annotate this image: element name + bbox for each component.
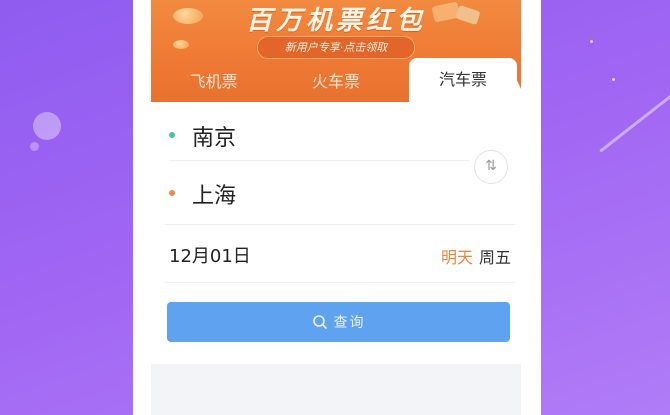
date-relative-label: 明天: [440, 248, 473, 267]
banner-subtitle-button[interactable]: 新用户专享·点击领取: [257, 36, 415, 59]
tab-bus[interactable]: 汽车票: [409, 58, 517, 102]
departure-city: 南京: [192, 126, 237, 151]
background-sparkle: [590, 40, 593, 43]
arrival-dot: [169, 190, 175, 196]
background-light-streak: [599, 76, 670, 153]
search-button[interactable]: 查询: [167, 302, 510, 342]
departure-dot: [169, 132, 175, 138]
banner-title: 百万机票红包: [245, 6, 426, 36]
search-card: 南京 ⇅ 上海 12月01日 明天 周五 查询: [151, 102, 521, 415]
arrival-city: 上海: [192, 184, 237, 209]
departure-date-field[interactable]: 12月01日 明天 周五: [169, 232, 511, 276]
tab-flight[interactable]: 飞机票: [151, 60, 276, 102]
background-sparkle: [612, 78, 615, 81]
departure-city-field[interactable]: 南京: [169, 110, 469, 161]
date-value: 12月01日: [169, 246, 251, 267]
search-button-label: 查询: [333, 315, 366, 331]
divider: [165, 224, 515, 225]
divider: [165, 282, 515, 283]
background-bubble-small: [30, 142, 39, 151]
date-weekday: 周五: [478, 248, 511, 267]
swap-vertical-icon[interactable]: ⇅: [474, 150, 508, 184]
arrival-city-field[interactable]: 上海: [169, 168, 469, 218]
search-icon: [312, 315, 327, 329]
coin-icon: [173, 40, 189, 49]
tab-train[interactable]: 火车票: [276, 60, 396, 102]
background-bubble: [33, 112, 61, 140]
ticket-type-tabs: 飞机票 火车票 汽车票: [151, 58, 521, 102]
phone-screen: 百万机票红包 新用户专享·点击领取 飞机票 火车票 汽车票 南京 ⇅ 上海 12…: [133, 0, 541, 415]
content-placeholder-area: [151, 364, 521, 415]
